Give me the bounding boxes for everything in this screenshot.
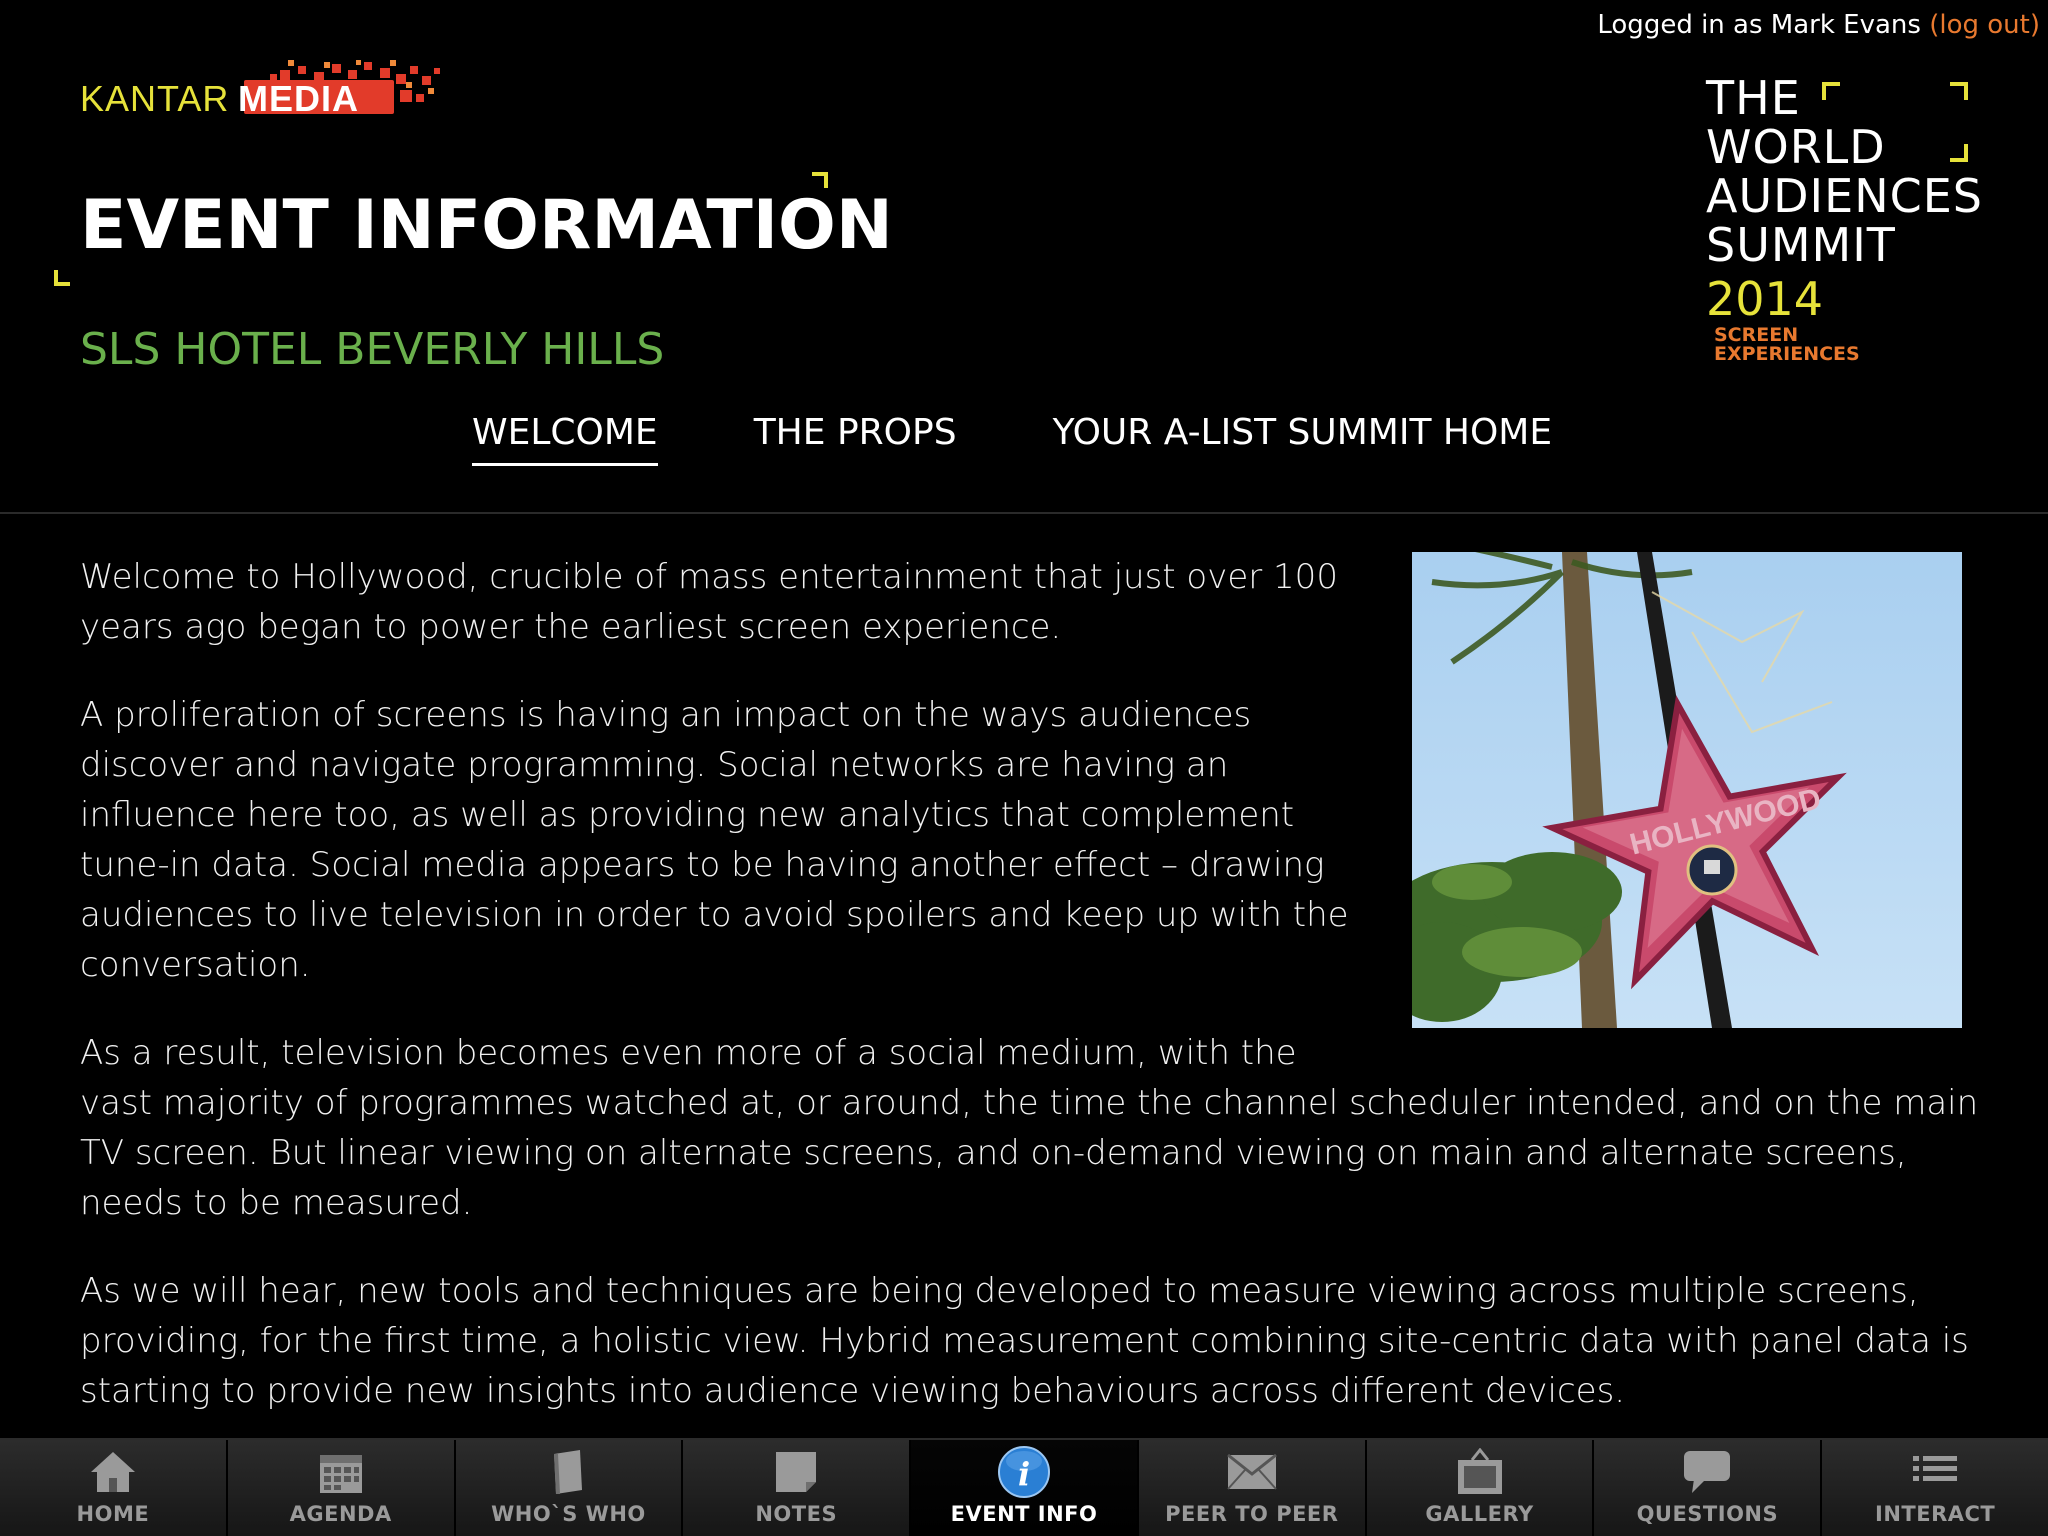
nav-peer-to-peer[interactable]: PEER TO PEER [1138, 1440, 1367, 1536]
tab-a-list-summit-home[interactable]: YOUR A-LIST SUMMIT HOME [1053, 412, 1553, 466]
nav-whos-who[interactable]: WHO`S WHO [455, 1440, 684, 1536]
info-icon: i [996, 1446, 1052, 1498]
tab-the-props[interactable]: THE PROPS [754, 412, 957, 466]
welcome-content: HOLLYWOOD Welcome to Hollywood, crucible… [80, 552, 1980, 1454]
envelope-icon [1224, 1446, 1280, 1498]
login-status: Logged in as Mark Evans (log out) [1597, 10, 2040, 40]
logo-bracket-decoration [1822, 82, 1840, 100]
world-audiences-summit-logo: THE WORLD AUDIENCES SUMMIT 2014 SCREEN E… [1706, 71, 1983, 364]
nav-whos-who-label: WHO`S WHO [491, 1502, 646, 1526]
book-icon [540, 1446, 596, 1498]
nav-interact-label: INTERACT [1875, 1502, 1996, 1526]
nav-questions-label: QUESTIONS [1636, 1502, 1779, 1526]
login-user-text: Logged in as Mark Evans [1597, 10, 1921, 40]
nav-questions[interactable]: QUESTIONS [1594, 1440, 1823, 1536]
nav-event-info-label: EVENT INFO [950, 1502, 1098, 1526]
speech-bubble-icon [1679, 1446, 1735, 1498]
section-tabs: WELCOME THE PROPS YOUR A-LIST SUMMIT HOM… [472, 412, 1552, 466]
summit-subtitle: SCREEN EXPERIENCES [1714, 326, 1860, 364]
logo-media-text: MEDIA [238, 78, 359, 119]
summit-line-1: THE [1706, 71, 1801, 125]
summit-year: 2014 [1706, 272, 1824, 326]
logo-bracket-decoration [1950, 82, 1968, 100]
gallery-icon [1452, 1446, 1508, 1498]
summit-line-4: SUMMIT [1706, 218, 1896, 272]
summit-line-3: AUDIENCES [1706, 169, 1983, 223]
venue-name: SLS HOTEL BEVERLY HILLS [80, 324, 665, 375]
notes-icon [768, 1446, 824, 1498]
content-paragraph: As we will hear, new tools and technique… [80, 1271, 1969, 1411]
tab-welcome[interactable]: WELCOME [472, 412, 658, 466]
bottom-tab-bar: HOME AGENDA WHO`S WHO NOTES i EVENT INFO… [0, 1438, 2048, 1536]
nav-gallery-label: GALLERY [1425, 1502, 1534, 1526]
hollywood-star-photo: HOLLYWOOD [1412, 552, 1962, 1028]
summit-line-2: WORLD [1706, 120, 1886, 174]
nav-interact[interactable]: INTERACT [1822, 1440, 2048, 1536]
nav-home-label: HOME [76, 1502, 150, 1526]
kantar-media-logo: KANTAR MEDIA [80, 60, 440, 130]
nav-agenda[interactable]: AGENDA [227, 1440, 456, 1536]
page-title: EVENT INFORMATION [80, 186, 893, 265]
content-paragraph: As a result, television becomes even mor… [80, 1033, 1979, 1223]
summit-year-row: 2014 SCREEN EXPERIENCES [1706, 272, 1976, 364]
nav-gallery[interactable]: GALLERY [1366, 1440, 1595, 1536]
nav-event-info[interactable]: i EVENT INFO [911, 1440, 1139, 1536]
nav-agenda-label: AGENDA [289, 1502, 392, 1526]
header-divider [0, 512, 2048, 514]
nav-notes[interactable]: NOTES [683, 1440, 912, 1536]
logo-bracket-decoration [1950, 144, 1968, 162]
list-icon [1907, 1446, 1963, 1498]
hollywood-star-image: HOLLYWOOD [1412, 552, 1962, 1028]
home-icon [85, 1446, 141, 1498]
nav-peer-to-peer-label: PEER TO PEER [1165, 1502, 1339, 1526]
logo-kantar-text: KANTAR [80, 78, 230, 119]
calendar-icon [313, 1446, 369, 1498]
svg-text:i: i [1018, 1455, 1030, 1493]
nav-home[interactable]: HOME [0, 1440, 228, 1536]
title-corner-decoration [54, 270, 70, 286]
summit-subtitle-line-2: EXPERIENCES [1714, 343, 1860, 365]
logout-link[interactable]: (log out) [1929, 10, 2040, 40]
nav-notes-label: NOTES [755, 1502, 838, 1526]
page-title-block: EVENT INFORMATION [54, 172, 893, 286]
